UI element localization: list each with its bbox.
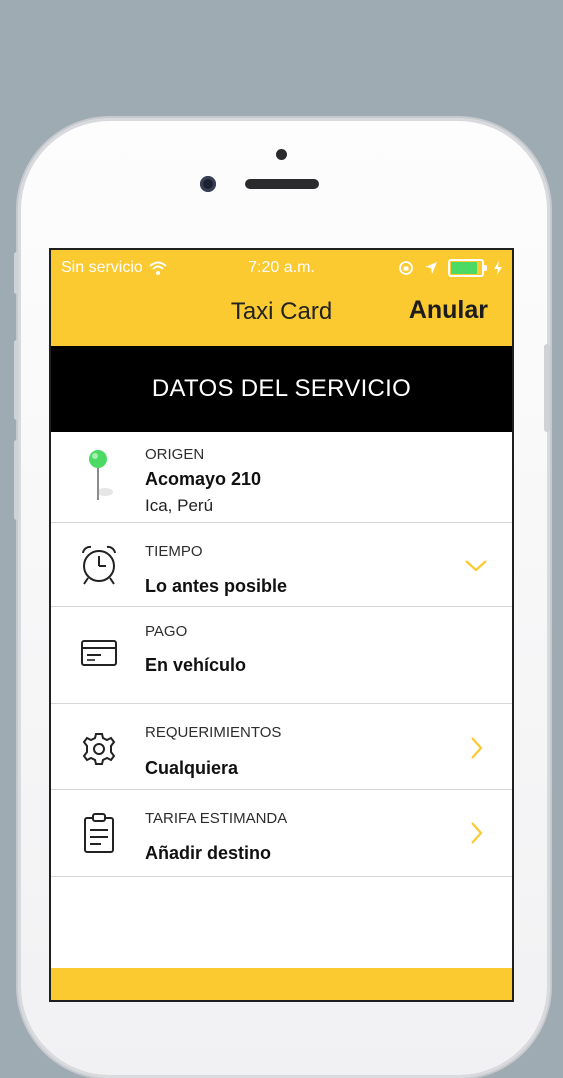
volume-down-button — [14, 440, 19, 520]
requirements-label: REQUERIMIENTOS — [145, 724, 282, 741]
fare-label: TARIFA ESTIMANDA — [145, 810, 288, 827]
requirements-row[interactable]: REQUERIMIENTOS Cualquiera — [51, 704, 512, 790]
status-bar: Sin servicio 7:20 a.m. — [51, 250, 512, 286]
origin-city: Ica, Perú — [145, 496, 214, 515]
status-right — [398, 259, 502, 277]
payment-value: En vehículo — [145, 655, 247, 675]
time-value: Lo antes posible — [145, 576, 288, 596]
bottom-action-bar[interactable] — [51, 968, 512, 1000]
requirements-value: Cualquiera — [145, 758, 239, 778]
clipboard-icon — [84, 813, 114, 853]
credit-card-icon — [81, 640, 117, 666]
silent-switch — [14, 252, 19, 294]
rotation-lock-icon — [399, 261, 413, 275]
time-row[interactable]: TIEMPO Lo antes posible — [51, 523, 512, 607]
chevron-right-icon[interactable] — [464, 736, 488, 760]
battery-icon — [448, 259, 487, 277]
location-arrow-icon — [425, 262, 437, 274]
volume-up-button — [14, 340, 19, 420]
top-bar: Sin servicio 7:20 a.m. Taxi Card Anular — [51, 250, 512, 346]
cancel-button[interactable]: Anular — [409, 296, 488, 325]
gear-icon — [82, 733, 116, 765]
section-header: DATOS DEL SERVICIO — [51, 346, 512, 432]
payment-row[interactable]: PAGO En vehículo — [51, 607, 512, 704]
alarm-clock-icon — [82, 545, 116, 585]
power-button — [544, 344, 550, 432]
map-pin-icon — [89, 450, 113, 500]
app-screen: Sin servicio 7:20 a.m. Taxi Card Anular … — [51, 250, 512, 1000]
earpiece-speaker — [245, 179, 319, 189]
chevron-right-icon[interactable] — [464, 821, 488, 845]
origin-label: ORIGEN — [145, 446, 205, 463]
origin-row[interactable]: ORIGEN Acomayo 210 Ica, Perú — [51, 432, 512, 523]
time-label: TIEMPO — [145, 543, 203, 560]
fare-row[interactable]: TARIFA ESTIMANDA Añadir destino — [51, 790, 512, 877]
fare-value: Añadir destino — [145, 843, 272, 863]
chevron-down-icon[interactable] — [464, 553, 488, 577]
payment-label: PAGO — [145, 623, 188, 640]
origin-value: Acomayo 210 — [145, 469, 262, 489]
proximity-sensor — [276, 149, 287, 160]
charging-bolt-icon — [494, 261, 502, 275]
front-camera — [200, 176, 216, 192]
